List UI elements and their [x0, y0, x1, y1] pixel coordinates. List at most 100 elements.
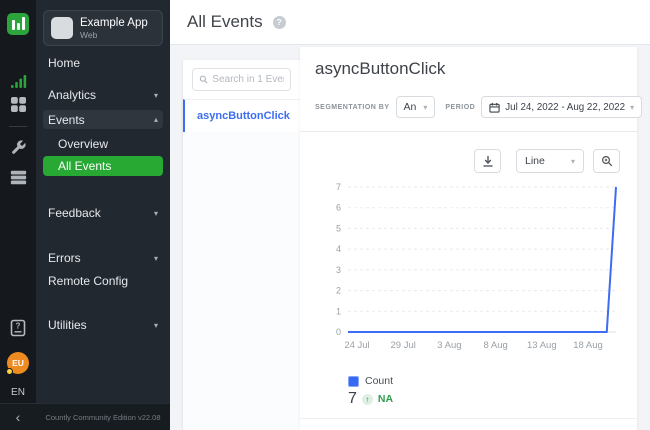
- app-icon: [51, 17, 73, 39]
- app-name: Example App: [80, 17, 148, 30]
- sidebar-item-label: Home: [48, 56, 80, 70]
- search-input[interactable]: [212, 74, 284, 85]
- sidebar-footer: ‹ Countly Community Edition v22.08: [0, 403, 170, 430]
- sidebar-item-events[interactable]: Events ▴: [43, 110, 163, 129]
- content-area: All Events ? asyncButtonClick: [170, 0, 650, 430]
- sidebar-item-errors[interactable]: Errors ▾: [36, 250, 170, 266]
- legend-swatch: [348, 376, 359, 387]
- svg-text:0: 0: [336, 327, 341, 337]
- sidebar-item-label: Feedback: [48, 206, 101, 220]
- sidebar-item-label: Overview: [58, 137, 108, 151]
- chevron-down-icon: ▾: [154, 91, 158, 100]
- event-name: asyncButtonClick: [197, 110, 290, 122]
- svg-text:?: ?: [16, 322, 21, 331]
- server-glyph: [10, 169, 27, 186]
- language-selector[interactable]: EN: [11, 387, 25, 398]
- calendar-icon: [489, 102, 500, 113]
- collapse-sidebar-icon[interactable]: ‹: [0, 409, 36, 425]
- chart-type-value: Line: [525, 155, 545, 167]
- search-icon: [199, 74, 208, 85]
- svg-text:13 Aug: 13 Aug: [527, 340, 557, 351]
- app-type: Web: [80, 30, 148, 40]
- event-detail-header: asyncButtonClick SEGMENTATION BY An ▾ PE…: [300, 47, 637, 132]
- segmentation-value: An: [404, 101, 417, 113]
- svg-text:18 Aug: 18 Aug: [573, 340, 603, 351]
- topbar: All Events ?: [170, 0, 650, 45]
- countly-logo-icon[interactable]: [6, 12, 30, 36]
- chevron-up-icon: ▴: [154, 115, 158, 124]
- management-wrench-icon[interactable]: [10, 139, 27, 156]
- svg-text:3: 3: [336, 265, 341, 275]
- event-list-empty-area: [183, 132, 300, 430]
- chevron-down-icon: ▾: [154, 254, 158, 263]
- sidebar: Example App Web Home Analytics ▾ Events …: [36, 0, 170, 430]
- count-total: 7: [348, 390, 357, 408]
- sidebar-item-label: Errors: [48, 251, 81, 265]
- page-title: All Events: [187, 12, 263, 32]
- version-label: Countly Community Edition v22.08: [36, 413, 170, 422]
- sidebar-item-analytics[interactable]: Analytics ▾: [36, 87, 170, 103]
- event-title: asyncButtonClick: [315, 59, 627, 79]
- icon-rail: ? EU EN: [0, 0, 36, 430]
- svg-text:6: 6: [336, 203, 341, 213]
- sidebar-item-all-events-active[interactable]: All Events: [43, 156, 163, 176]
- app-selector[interactable]: Example App Web: [43, 10, 163, 46]
- chevron-down-icon: ▾: [154, 321, 158, 330]
- event-detail-panel: asyncButtonClick SEGMENTATION BY An ▾ PE…: [300, 47, 637, 430]
- chevron-down-icon: ▾: [154, 209, 158, 218]
- trend-up-icon: ↑: [362, 394, 373, 405]
- section-divider: [300, 418, 637, 419]
- svg-text:2: 2: [336, 286, 341, 296]
- rail-divider: [9, 126, 27, 127]
- help-icon[interactable]: ?: [273, 16, 286, 29]
- zoom-chart-button[interactable]: [593, 149, 620, 173]
- sidebar-item-label: Remote Config: [48, 274, 128, 288]
- wrench-glyph: [10, 139, 27, 156]
- sidebar-item-feedback[interactable]: Feedback ▾: [36, 205, 170, 221]
- trend-value: NA: [378, 393, 393, 405]
- help-docs-icon[interactable]: ?: [10, 319, 26, 337]
- chevron-down-icon: ▾: [423, 103, 427, 112]
- events-list-panel: asyncButtonClick: [183, 60, 300, 430]
- sidebar-item-home[interactable]: Home: [36, 55, 170, 71]
- sidebar-item-overview[interactable]: Overview: [36, 136, 170, 152]
- svg-text:24 Jul: 24 Jul: [344, 340, 369, 351]
- sidebar-nav: Home Analytics ▾ Events ▴ Overview All E…: [36, 55, 170, 333]
- download-chart-button[interactable]: [474, 149, 501, 173]
- sidebar-item-label: All Events: [58, 159, 111, 173]
- svg-text:5: 5: [336, 223, 341, 233]
- svg-text:3 Aug: 3 Aug: [437, 340, 461, 351]
- bars-glyph: [10, 73, 27, 89]
- segmentation-select[interactable]: An ▾: [396, 96, 436, 118]
- grid-glyph: [10, 96, 27, 113]
- event-search-box[interactable]: [192, 68, 291, 91]
- magnifier-plus-icon: [601, 155, 613, 167]
- dashboards-grid-icon[interactable]: [10, 96, 27, 113]
- sidebar-item-remote-config[interactable]: Remote Config: [36, 273, 170, 289]
- countly-logo-glyph: [6, 12, 30, 36]
- page-body: asyncButtonClick asyncButtonClick SEGMEN…: [170, 45, 650, 430]
- user-avatar[interactable]: EU: [7, 352, 29, 374]
- svg-text:8 Aug: 8 Aug: [483, 340, 507, 351]
- svg-text:4: 4: [336, 244, 341, 254]
- chart-type-select[interactable]: Line ▾: [516, 149, 584, 173]
- analytics-bars-icon[interactable]: [10, 73, 27, 89]
- chevron-down-icon: ▾: [630, 103, 634, 112]
- legend-item-count[interactable]: Count: [348, 375, 637, 387]
- segmentation-label: SEGMENTATION BY: [315, 104, 390, 111]
- svg-text:1: 1: [336, 306, 341, 316]
- data-manager-icon[interactable]: [10, 169, 27, 186]
- period-value: Jul 24, 2022 - Aug 22, 2022: [505, 102, 625, 113]
- period-picker[interactable]: Jul 24, 2022 - Aug 22, 2022 ▾: [481, 96, 642, 118]
- svg-text:29 Jul: 29 Jul: [391, 340, 416, 351]
- chevron-down-icon: ▾: [571, 157, 575, 166]
- summary-row: 7 ↑ NA: [348, 390, 637, 408]
- svg-text:7: 7: [336, 182, 341, 192]
- chart-toolbar: Line ▾: [300, 132, 637, 173]
- sidebar-item-utilities[interactable]: Utilities ▾: [36, 317, 170, 333]
- event-list-item-selected[interactable]: asyncButtonClick: [183, 99, 300, 132]
- legend-label: Count: [365, 375, 393, 387]
- avatar-initials: EU: [12, 358, 24, 368]
- sidebar-item-label: Analytics: [48, 88, 96, 102]
- line-chart: 0 1 2 3 4 5 6 7 24 Jul 29 Jul 3 Aug 8 Aug 13 Aug 18 A…: [324, 179, 624, 354]
